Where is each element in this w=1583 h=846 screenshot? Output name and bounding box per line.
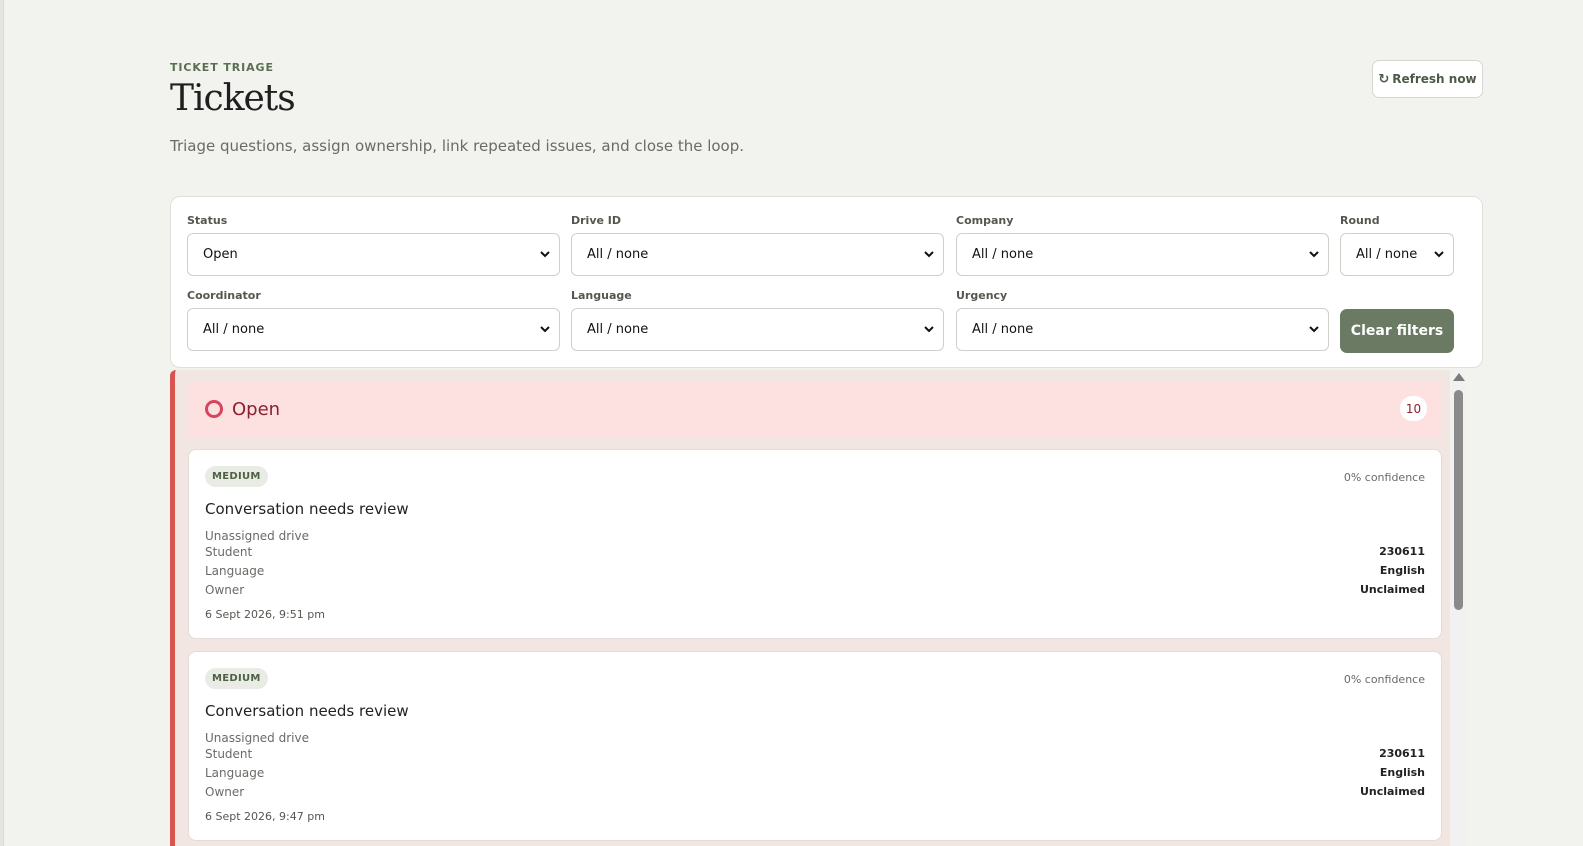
drive-id-select[interactable]: All / none: [571, 233, 944, 276]
ticket-board: Open 10 MEDIUM 0% confidence Conversatio…: [170, 370, 1483, 846]
ticket-student-row: Student 230611: [205, 747, 1425, 764]
ticket-title: Conversation needs review: [205, 500, 409, 518]
language-select-value: All / none: [587, 322, 649, 337]
filter-panel: Status Open Drive ID All / none Company …: [170, 196, 1483, 368]
coordinator-filter: Coordinator All / none: [187, 289, 560, 351]
column-count-badge: 10: [1400, 396, 1427, 421]
chevron-down-icon: [924, 251, 934, 258]
page-edge: [0, 0, 4, 846]
ticket-card[interactable]: MEDIUM 0% confidence Conversation needs …: [188, 651, 1442, 841]
student-value: 230611: [1379, 545, 1425, 558]
owner-value: Unclaimed: [1359, 785, 1425, 798]
chevron-down-icon: [540, 251, 550, 258]
language-label: Language: [205, 766, 265, 780]
chevron-down-icon: [1309, 326, 1319, 333]
column-title: Open: [232, 398, 281, 420]
company-filter: Company All / none: [956, 214, 1329, 276]
open-column-header: Open 10: [188, 381, 1442, 437]
urgency-select-value: All / none: [972, 322, 1034, 337]
chevron-down-icon: [924, 326, 934, 333]
ticket-language-row: Language English: [205, 564, 1425, 581]
company-filter-label: Company: [956, 214, 1014, 227]
status-filter: Status Open: [187, 214, 560, 276]
drive-id-filter-label: Drive ID: [571, 214, 622, 227]
round-filter: Round All / none: [1340, 214, 1454, 276]
page-title: Tickets: [170, 78, 296, 119]
urgency-filter-label: Urgency: [956, 289, 1008, 302]
round-filter-label: Round: [1340, 214, 1380, 227]
language-filter: Language All / none: [571, 289, 944, 351]
ticket-student-row: Student 230611: [205, 545, 1425, 562]
company-select[interactable]: All / none: [956, 233, 1329, 276]
chevron-down-icon: [540, 326, 550, 333]
drive-id-select-value: All / none: [587, 247, 649, 262]
ticket-timestamp: 6 Sept 2026, 9:51 pm: [205, 608, 325, 621]
refresh-now-label: Refresh now: [1392, 72, 1477, 86]
language-label: Language: [205, 564, 265, 578]
language-value: English: [1379, 766, 1425, 779]
language-select[interactable]: All / none: [571, 308, 944, 351]
refresh-icon: ↻: [1378, 71, 1390, 87]
urgency-badge: MEDIUM: [205, 668, 268, 689]
round-select[interactable]: All / none: [1340, 233, 1454, 276]
urgency-filter: Urgency All / none: [956, 289, 1329, 351]
status-filter-label: Status: [187, 214, 228, 227]
open-column: Open 10 MEDIUM 0% confidence Conversatio…: [170, 370, 1450, 846]
ticket-title: Conversation needs review: [205, 702, 409, 720]
language-value: English: [1379, 564, 1425, 577]
ticket-card[interactable]: MEDIUM 0% confidence Conversation needs …: [188, 449, 1442, 639]
ticket-drive: Unassigned drive: [205, 529, 309, 543]
round-select-value: All / none: [1356, 247, 1418, 262]
refresh-now-button[interactable]: ↻ Refresh now: [1372, 60, 1483, 98]
company-select-value: All / none: [972, 247, 1034, 262]
coordinator-filter-label: Coordinator: [187, 289, 261, 302]
page-subtitle: Triage questions, assign ownership, link…: [170, 137, 745, 155]
clear-filters-button[interactable]: Clear filters: [1340, 309, 1454, 353]
coordinator-select[interactable]: All / none: [187, 308, 560, 351]
urgency-badge: MEDIUM: [205, 466, 268, 487]
status-select-value: Open: [203, 247, 238, 262]
ticket-owner-row: Owner Unclaimed: [205, 583, 1425, 600]
urgency-select[interactable]: All / none: [956, 308, 1329, 351]
drive-id-filter: Drive ID All / none: [571, 214, 944, 276]
coordinator-select-value: All / none: [203, 322, 265, 337]
page-eyebrow: TICKET TRIAGE: [170, 61, 274, 74]
student-label: Student: [205, 545, 253, 559]
ticket-drive: Unassigned drive: [205, 731, 309, 745]
confidence-text: 0% confidence: [1343, 673, 1425, 686]
language-filter-label: Language: [571, 289, 632, 302]
open-status-icon: [205, 400, 223, 418]
ticket-timestamp: 6 Sept 2026, 9:47 pm: [205, 810, 325, 823]
scroll-up-arrow-icon[interactable]: [1453, 373, 1465, 381]
student-value: 230611: [1379, 747, 1425, 760]
board-scrollbar[interactable]: [1451, 370, 1466, 846]
chevron-down-icon: [1309, 251, 1319, 258]
student-label: Student: [205, 747, 253, 761]
owner-label: Owner: [205, 785, 245, 799]
owner-label: Owner: [205, 583, 245, 597]
scroll-thumb[interactable]: [1454, 390, 1463, 610]
owner-value: Unclaimed: [1359, 583, 1425, 596]
confidence-text: 0% confidence: [1343, 471, 1425, 484]
chevron-down-icon: [1434, 251, 1444, 258]
ticket-language-row: Language English: [205, 766, 1425, 783]
ticket-owner-row: Owner Unclaimed: [205, 785, 1425, 802]
status-select[interactable]: Open: [187, 233, 560, 276]
